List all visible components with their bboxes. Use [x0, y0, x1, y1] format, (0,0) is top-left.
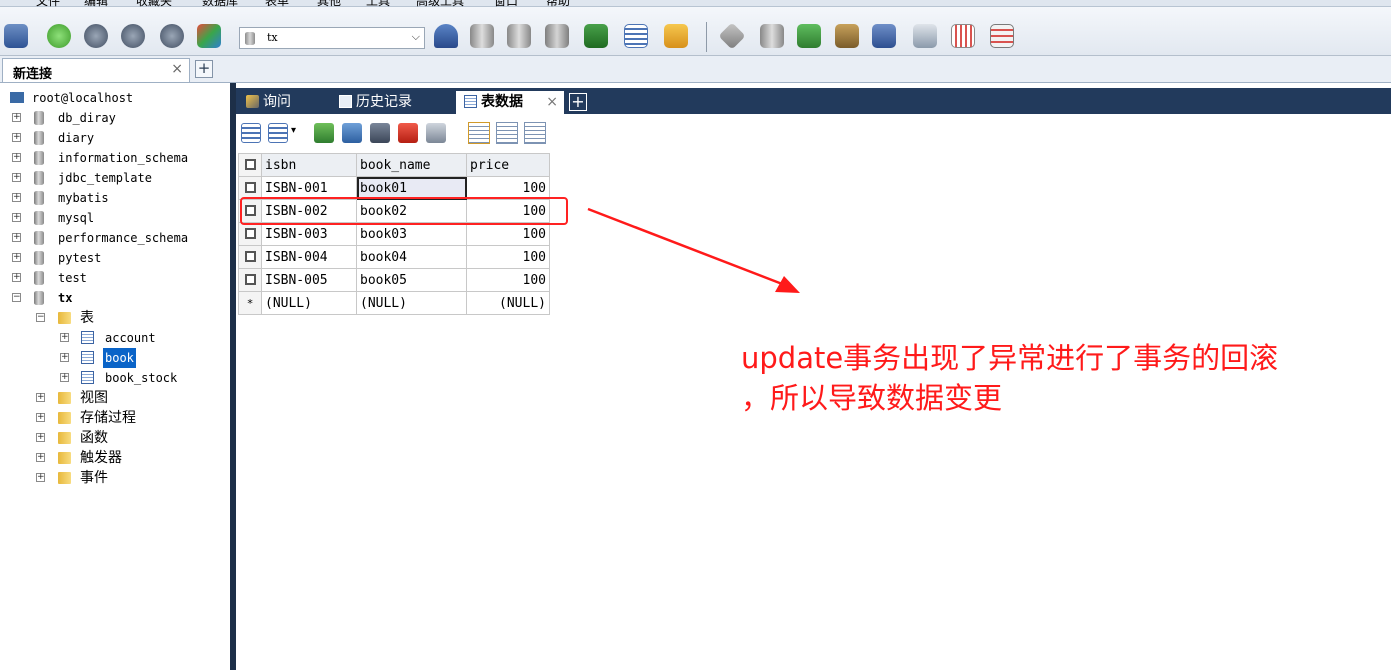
annotation-text: ，所以导致数据变更	[741, 381, 1003, 415]
annotation-text: update事务出现了异常进行了事务的回滚	[741, 341, 1279, 375]
